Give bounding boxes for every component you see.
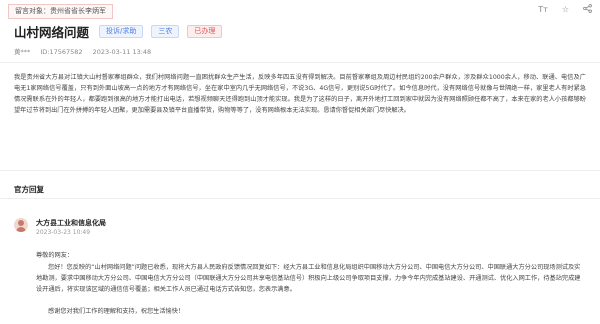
reply-org-name: 大方县工业和信息化局 xyxy=(36,219,106,227)
category-tag: 投诉/求助 xyxy=(99,24,144,38)
message-detail-page: 留言对象：贵州省省长李炳军 Tт ☆ 山村网络问题 投诉/求助 三农 已办理 黄… xyxy=(0,0,600,324)
type-tag: 三农 xyxy=(151,24,180,38)
share-icon[interactable] xyxy=(583,3,592,17)
reply-body: 您好！您反映的“山村网络问题”问题已收悉，现将大方县人民政府反馈情况回复如下：经… xyxy=(36,264,581,293)
divider xyxy=(0,198,600,199)
avatar xyxy=(14,218,28,232)
reply-section-title: 官方回复 xyxy=(14,185,44,194)
reply-greeting: 尊敬的网友： xyxy=(36,252,74,259)
message-body: 我是贵州省大方县对江镇大山村督家寨组群众，我们村网络问题一直困扰群众生产生活，反… xyxy=(14,74,586,114)
top-actions: Tт ☆ xyxy=(538,3,592,17)
font-size-icon[interactable]: Tт xyxy=(538,4,548,16)
star-outline-icon[interactable]: ☆ xyxy=(562,4,569,16)
message-id: ID:17567582 xyxy=(40,48,83,56)
recipient-badge: 留言对象：贵州省省长李炳军 xyxy=(8,4,113,19)
reply-datetime: 2023-03-23 10:49 xyxy=(36,229,91,236)
recipient-value: 贵州省省长李炳军 xyxy=(50,7,106,15)
title-row: 山村网络问题 投诉/求助 三农 已办理 xyxy=(14,23,230,40)
reply-thanks: 感谢您对我们工作的理解和支持，祝您生活愉快！ xyxy=(48,308,185,315)
message-datetime: 2023-03-11 13:48 xyxy=(92,48,152,56)
top-bar: 留言对象：贵州省省长李炳军 Tт ☆ xyxy=(0,0,600,19)
recipient-label: 留言对象： xyxy=(15,7,50,15)
status-badge: 已办理 xyxy=(187,24,223,38)
divider xyxy=(0,170,600,171)
divider xyxy=(0,62,600,63)
message-meta: 黄*** ID:17567582 2023-03-11 13:48 xyxy=(14,46,159,56)
author-name: 黄*** xyxy=(14,48,31,56)
message-title: 山村网络问题 xyxy=(14,24,90,40)
